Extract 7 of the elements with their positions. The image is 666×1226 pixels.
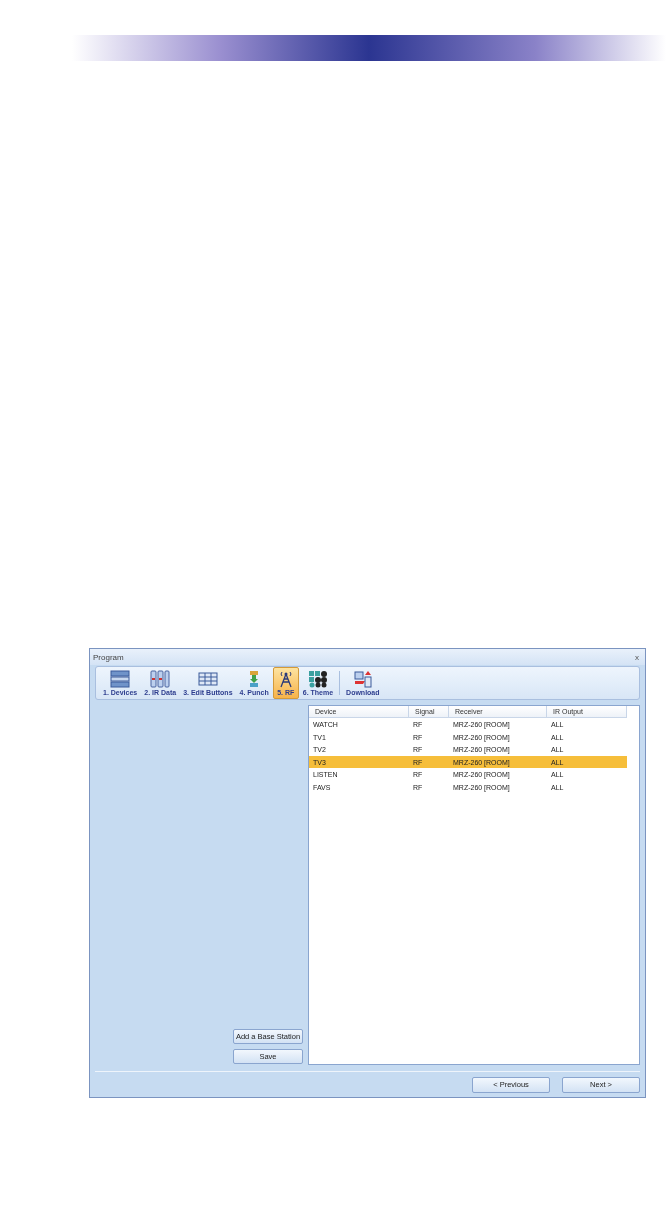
rack-icon [110, 670, 131, 689]
window-title: Program [93, 652, 124, 662]
swatches-icon [307, 670, 328, 689]
download-icon [352, 670, 373, 689]
grid-icon [197, 670, 218, 689]
close-button[interactable]: x [635, 652, 639, 662]
remotes-icon [150, 670, 171, 689]
